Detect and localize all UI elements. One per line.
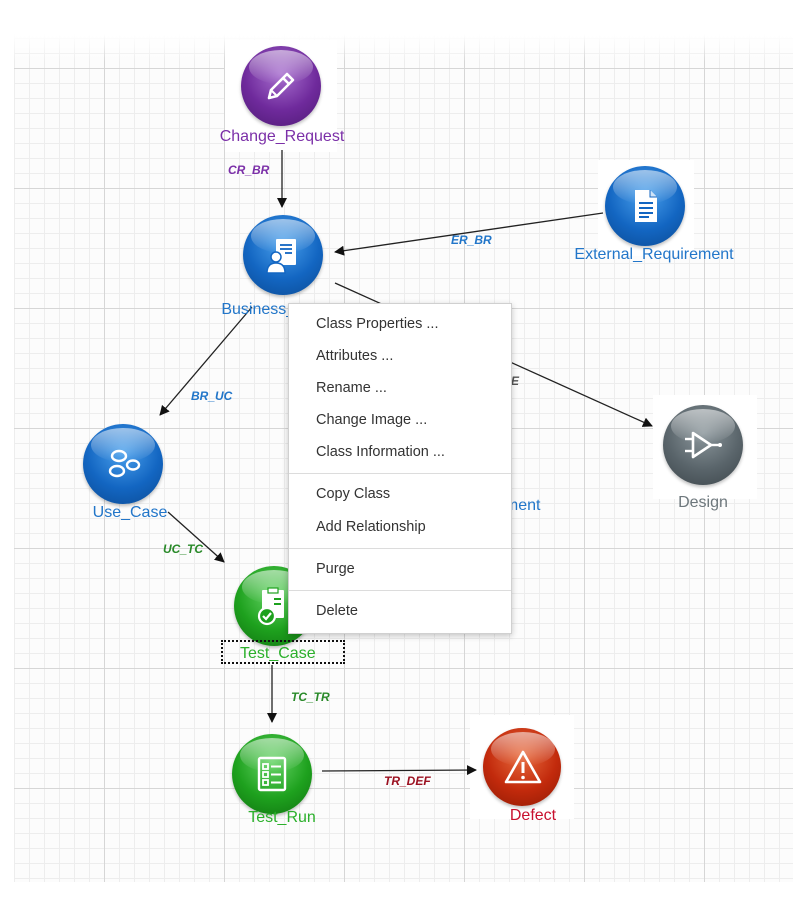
- pencil-icon: [267, 72, 295, 100]
- edge-label-er-br: ER_BR: [451, 233, 492, 247]
- test-run-orb[interactable]: [232, 734, 312, 814]
- business-requirement-orb[interactable]: [243, 215, 323, 295]
- use-case-orb[interactable]: [83, 424, 163, 504]
- node-label-design: Design: [678, 494, 728, 511]
- node-label-test-run: Test_Run: [248, 809, 316, 826]
- use-case-icon: [108, 449, 141, 478]
- design-flow-icon: [685, 431, 722, 459]
- node-label-defect: Defect: [509, 807, 557, 824]
- edge-tr-def[interactable]: [321, 765, 477, 776]
- warning-icon: [504, 750, 542, 784]
- menu-item-delete[interactable]: Delete: [316, 603, 358, 619]
- edge-label-tc-tr: TC_TR: [291, 690, 330, 704]
- edge-label-cr-br: CR_BR: [228, 163, 270, 177]
- menu-item-class-properties[interactable]: Class Properties ...: [316, 316, 439, 332]
- node-label-test-case[interactable]: Test_Case: [240, 645, 316, 663]
- node-label-use-case: Use_Case: [92, 504, 168, 521]
- menu-item-purge[interactable]: Purge: [316, 561, 355, 577]
- change-request-orb[interactable]: [241, 46, 321, 126]
- edge-label-tr-def: TR_DEF: [384, 774, 431, 788]
- menu-item-change-image[interactable]: Change Image ...: [316, 412, 427, 428]
- menu-item-copy-class[interactable]: Copy Class: [316, 486, 390, 502]
- menu-item-attributes[interactable]: Attributes ...: [316, 348, 393, 364]
- menu-item-add-relationship[interactable]: Add Relationship: [316, 519, 426, 535]
- node-label-change-request: Change_Request: [219, 128, 345, 145]
- menu-separator: [289, 473, 511, 474]
- menu-separator: [289, 590, 511, 591]
- business-document-icon: [266, 239, 296, 274]
- menu-separator: [289, 548, 511, 549]
- menu-item-class-information[interactable]: Class Information ...: [316, 444, 445, 460]
- edge-label-uc-tc: UC_TC: [163, 542, 203, 556]
- defect-orb[interactable]: [483, 728, 561, 806]
- document-icon: [635, 190, 657, 222]
- design-orb[interactable]: [663, 405, 743, 485]
- edge-label-br-uc: BR_UC: [191, 389, 233, 403]
- edge-label-br-design: E: [511, 374, 520, 388]
- node-label-external-requirement: External_Requirement: [574, 246, 734, 263]
- external-requirement-orb[interactable]: [605, 166, 685, 246]
- test-run-list-icon: [257, 756, 287, 792]
- context-menu: Class Properties ... Attributes ... Rena…: [288, 303, 512, 634]
- menu-item-rename[interactable]: Rename ...: [316, 380, 387, 396]
